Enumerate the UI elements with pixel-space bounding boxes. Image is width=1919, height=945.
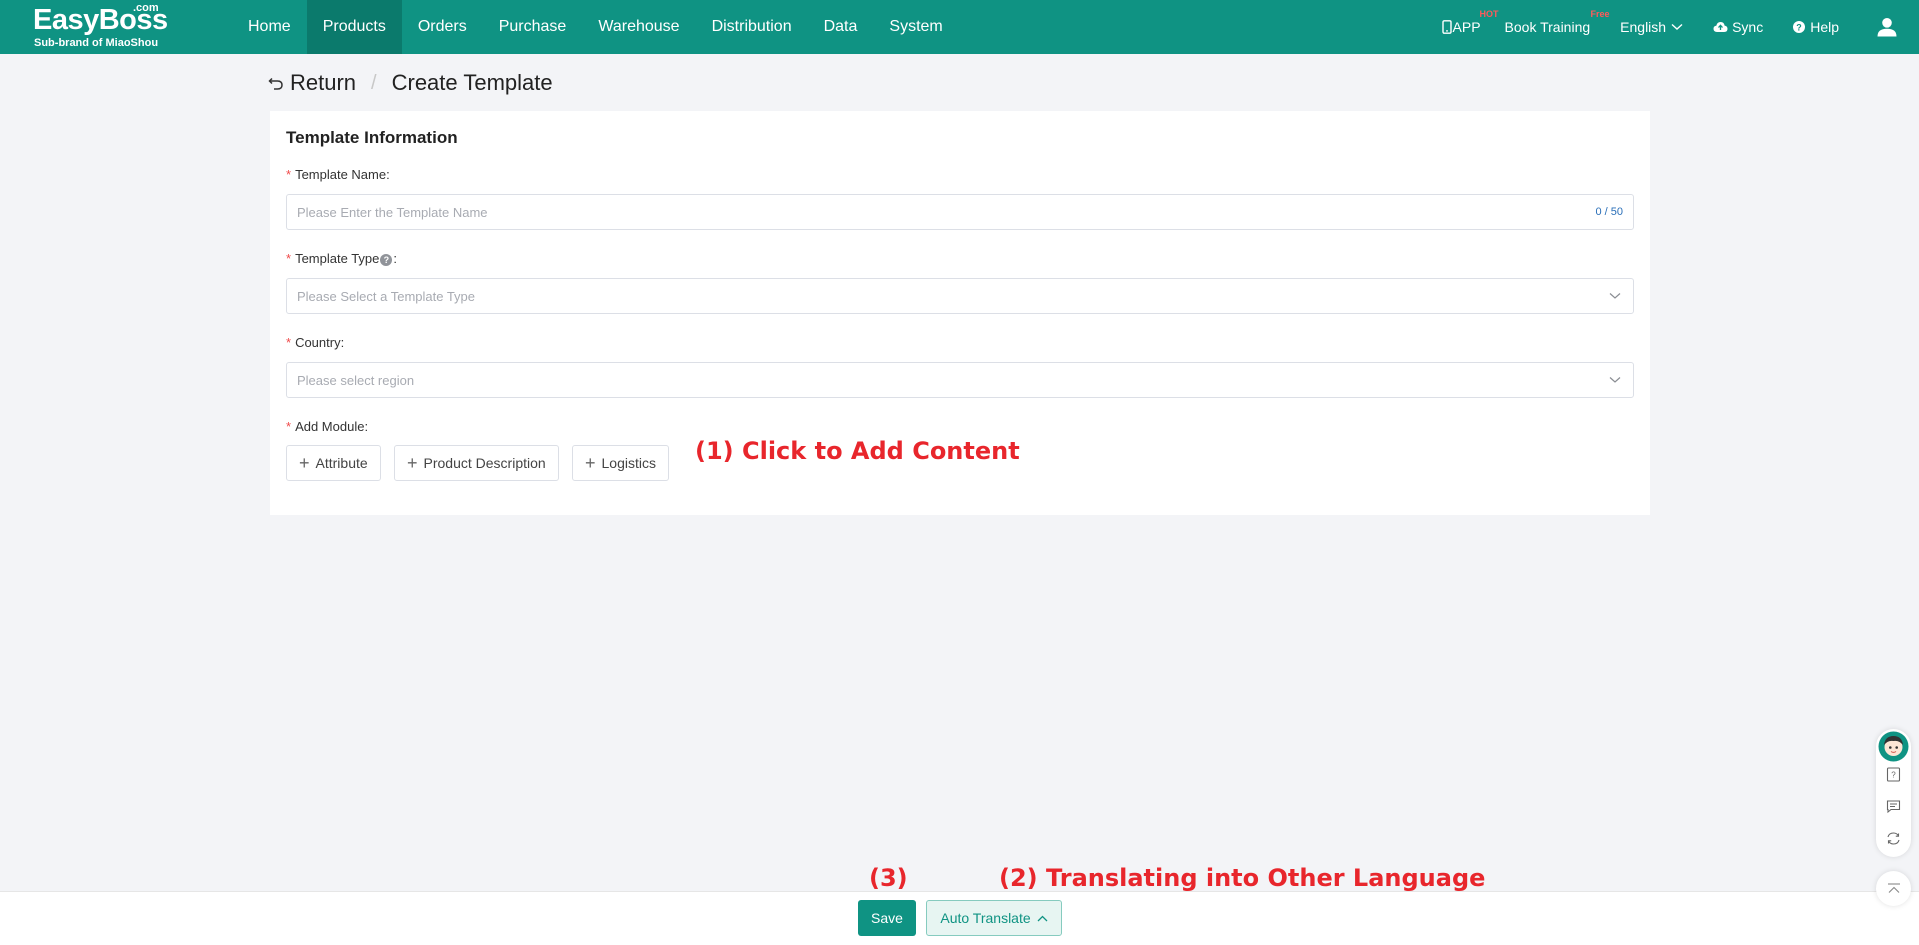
country-label-text: Country: bbox=[295, 335, 345, 350]
support-avatar-icon[interactable] bbox=[1878, 731, 1909, 762]
free-badge: Free bbox=[1590, 9, 1610, 19]
hot-badge: HOT bbox=[1479, 9, 1499, 19]
section-title: Template Information bbox=[286, 128, 458, 147]
add-attribute-button[interactable]: + Attribute bbox=[286, 445, 381, 481]
nav-home[interactable]: Home bbox=[232, 0, 307, 54]
add-product-description-button[interactable]: + Product Description bbox=[394, 445, 559, 481]
logo-subtitle: Sub-brand of MiaoShou bbox=[34, 37, 159, 49]
template-information-card: Template Information *Template Name: 0 /… bbox=[270, 111, 1650, 515]
arrow-up-to-top-icon bbox=[1887, 882, 1900, 893]
question-circle-icon[interactable]: ? bbox=[380, 254, 393, 266]
chevron-up-icon bbox=[1037, 915, 1048, 921]
help-button[interactable]: ? Help bbox=[1793, 19, 1839, 35]
message-icon[interactable] bbox=[1886, 799, 1901, 814]
template-name-field[interactable]: 0 / 50 bbox=[286, 194, 1634, 230]
product-description-label: Product Description bbox=[423, 455, 546, 471]
required-mark: * bbox=[286, 335, 292, 350]
plus-icon: + bbox=[585, 453, 596, 473]
user-account-button[interactable] bbox=[1877, 17, 1897, 37]
nav-system[interactable]: System bbox=[873, 0, 958, 54]
logo-suffix: .com bbox=[133, 2, 159, 14]
svg-text:?: ? bbox=[1891, 771, 1896, 780]
book-training-link[interactable]: Book Training Free bbox=[1504, 9, 1610, 35]
user-icon bbox=[1877, 18, 1897, 37]
easyboss-logo[interactable]: EasyBoss .com Sub-brand of MiaoShou bbox=[33, 2, 173, 52]
auto-translate-button[interactable]: Auto Translate bbox=[926, 900, 1062, 936]
nav-orders[interactable]: Orders bbox=[402, 0, 483, 54]
character-counter: 0 / 50 bbox=[1595, 206, 1623, 218]
auto-translate-label: Auto Translate bbox=[940, 910, 1031, 926]
logistics-label: Logistics bbox=[601, 455, 656, 471]
back-to-top-button[interactable] bbox=[1876, 871, 1911, 906]
add-module-label-text: Add Module: bbox=[295, 419, 369, 434]
app-label: APP bbox=[1452, 19, 1481, 35]
annotation-step-3: (3) bbox=[869, 864, 908, 892]
exchange-icon[interactable] bbox=[1886, 831, 1901, 846]
sync-button[interactable]: Sync bbox=[1713, 19, 1763, 35]
country-placeholder: Please select region bbox=[297, 372, 415, 388]
template-name-input[interactable] bbox=[297, 195, 1590, 229]
required-mark: * bbox=[286, 251, 292, 266]
nav-distribution[interactable]: Distribution bbox=[696, 0, 808, 54]
nav-warehouse[interactable]: Warehouse bbox=[582, 0, 695, 54]
annotation-step-2: (2) Translating into Other Language bbox=[999, 864, 1486, 892]
add-module-label: * Add Module: bbox=[286, 419, 368, 434]
chevron-down-icon bbox=[1609, 293, 1621, 299]
book-training-label: Book Training bbox=[1504, 19, 1591, 35]
save-button[interactable]: Save bbox=[858, 900, 916, 936]
breadcrumb: Return / Create Template bbox=[268, 68, 553, 98]
country-label: * Country: bbox=[286, 335, 344, 350]
required-mark: * bbox=[286, 419, 292, 434]
help-label: Help bbox=[1810, 19, 1839, 35]
template-type-select[interactable]: Please Select a Template Type bbox=[286, 278, 1634, 314]
template-name-label: * Template Name: bbox=[286, 167, 390, 182]
add-logistics-button[interactable]: + Logistics bbox=[572, 445, 669, 481]
cloud-sync-icon bbox=[1713, 22, 1728, 32]
return-button[interactable]: Return bbox=[268, 70, 356, 96]
main-nav: Home Products Orders Purchase Warehouse … bbox=[232, 0, 959, 54]
template-type-label-colon: : bbox=[393, 251, 397, 266]
template-type-placeholder: Please Select a Template Type bbox=[297, 288, 476, 304]
breadcrumb-separator: / bbox=[371, 71, 377, 94]
floating-support-widget: ? bbox=[1876, 729, 1911, 857]
question-circle-icon: ? bbox=[1793, 21, 1806, 33]
language-label: English bbox=[1620, 19, 1667, 35]
return-label: Return bbox=[290, 70, 357, 95]
app-link[interactable]: APP HOT bbox=[1441, 9, 1499, 35]
nav-purchase[interactable]: Purchase bbox=[483, 0, 583, 54]
manual-book-icon[interactable]: ? bbox=[1886, 767, 1901, 782]
nav-products[interactable]: Products bbox=[306, 0, 402, 54]
annotation-step-1: (1) Click to Add Content bbox=[695, 437, 1020, 465]
language-selector[interactable]: English bbox=[1620, 19, 1683, 35]
right-nav: APP HOT Book Training Free English Sync … bbox=[1441, 0, 1919, 54]
chevron-down-icon bbox=[1609, 377, 1621, 383]
plus-icon: + bbox=[407, 453, 418, 473]
nav-data[interactable]: Data bbox=[808, 0, 874, 54]
mobile-phone-icon bbox=[1441, 20, 1452, 34]
page-title: Create Template bbox=[391, 70, 553, 95]
chevron-down-icon bbox=[1671, 23, 1683, 30]
template-type-label-text: Template Type bbox=[295, 251, 380, 266]
attribute-label: Attribute bbox=[315, 455, 368, 471]
sync-label: Sync bbox=[1732, 19, 1764, 35]
top-navigation-bar: EasyBoss .com Sub-brand of MiaoShou Home… bbox=[0, 0, 1919, 54]
plus-icon: + bbox=[299, 453, 310, 473]
svg-text:?: ? bbox=[1796, 22, 1802, 32]
country-select[interactable]: Please select region bbox=[286, 362, 1634, 398]
return-arrow-icon bbox=[268, 77, 283, 90]
template-name-label-text: Template Name: bbox=[295, 167, 390, 182]
template-type-label: * Template Type?: bbox=[286, 251, 397, 266]
required-mark: * bbox=[286, 167, 292, 182]
